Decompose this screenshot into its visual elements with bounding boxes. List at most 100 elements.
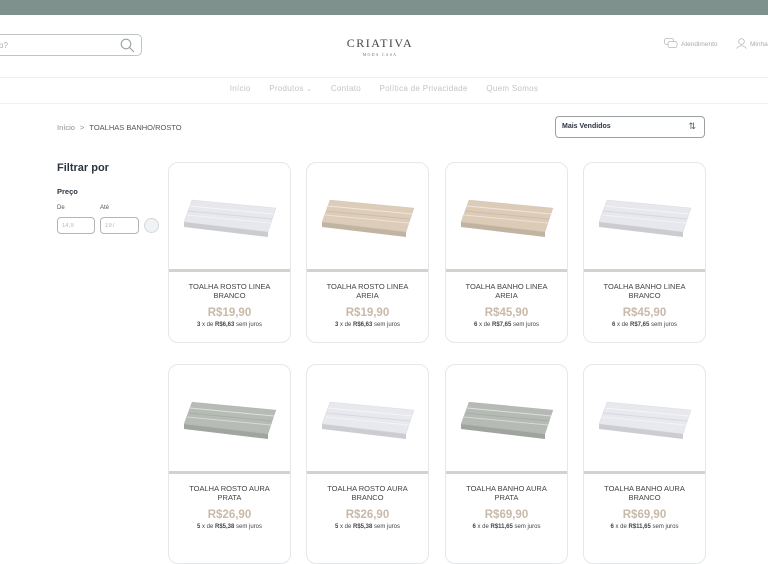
sort-select[interactable]: Mais Vendidos ⇅ <box>555 116 705 138</box>
logo-name: CRIATIVA <box>346 36 414 50</box>
price-from-label: De <box>57 205 65 211</box>
atendimento-label: Atendimento <box>681 41 718 48</box>
chat-icon <box>664 38 678 51</box>
site-logo[interactable]: CRIATIVA MODA CASA <box>300 36 460 57</box>
search-input[interactable] <box>0 37 109 53</box>
installment-value: R$7,65 <box>629 322 650 328</box>
card-divider <box>307 471 428 474</box>
product-name[interactable]: TOALHA ROSTO LINEA AREIA <box>315 282 420 300</box>
breadcrumb: Início > TOALHAS BANHO/ROSTO <box>57 123 182 132</box>
installment-x: x de <box>200 524 215 530</box>
product-image[interactable] <box>584 163 705 269</box>
nav-item-quem-somos[interactable]: Quem Somos <box>486 84 538 93</box>
product-card[interactable]: TOALHA ROSTO AURA PRATA R$26,90 5 x de R$5… <box>168 364 291 564</box>
product-image[interactable] <box>307 163 428 269</box>
installment-suffix: sem juros <box>649 322 678 328</box>
breadcrumb-separator: > <box>80 123 85 132</box>
installment-x: x de <box>338 322 353 328</box>
product-name[interactable]: TOALHA ROSTO AURA BRANCO <box>315 484 420 502</box>
installment-x: x de <box>615 322 630 328</box>
price-min-input[interactable] <box>57 217 95 234</box>
nav-divider <box>0 103 768 104</box>
installment-x: x de <box>338 524 353 530</box>
price-max-input[interactable] <box>100 217 139 234</box>
price-apply-button[interactable] <box>144 218 159 233</box>
search-icon[interactable] <box>120 38 135 58</box>
nav-item-politica[interactable]: Política de Privacidade <box>380 84 468 93</box>
product-card[interactable]: TOALHA BANHO LINEA AREIA R$45,90 6 x de R$… <box>445 162 568 343</box>
product-installments: 3 x de R$6,63 sem juros <box>307 322 428 328</box>
product-price: R$19,90 <box>345 307 390 319</box>
product-image[interactable] <box>446 365 567 471</box>
product-price: R$69,90 <box>622 509 667 521</box>
product-card[interactable]: TOALHA BANHO LINEA BRANCO R$45,90 6 x de R… <box>583 162 706 343</box>
installment-suffix: sem juros <box>372 322 401 328</box>
installment-x: x de <box>477 322 492 328</box>
product-installments: 6 x de R$11,65 sem juros <box>446 524 567 530</box>
logo-tagline: MODA CASA <box>362 52 398 57</box>
card-divider <box>446 269 567 272</box>
installment-value: R$11,65 <box>490 524 513 530</box>
product-name[interactable]: TOALHA BANHO LINEA AREIA <box>454 282 559 300</box>
main-nav: Início Produtos ⌄ Contato Política de Pr… <box>0 84 768 93</box>
breadcrumb-home[interactable]: Início <box>57 123 75 132</box>
product-installments: 5 x de R$5,38 sem juros <box>169 524 290 530</box>
filter-title: Filtrar por <box>57 162 109 174</box>
product-installments: 6 x de R$7,65 sem juros <box>446 322 567 328</box>
product-price: R$19,90 <box>207 307 252 319</box>
product-installments: 6 x de R$11,65 sem juros <box>584 524 705 530</box>
product-name[interactable]: TOALHA BANHO AURA BRANCO <box>592 484 697 502</box>
installment-x: x de <box>613 524 629 530</box>
installment-x: x de <box>475 524 491 530</box>
installment-value: R$11,65 <box>628 524 651 530</box>
installment-suffix: sem juros <box>512 524 541 530</box>
price-filter-title: Preço <box>57 187 78 196</box>
installment-suffix: sem juros <box>511 322 540 328</box>
product-price: R$69,90 <box>484 509 529 521</box>
installment-suffix: sem juros <box>234 524 263 530</box>
nav-item-produtos[interactable]: Produtos ⌄ <box>269 84 312 93</box>
card-divider <box>446 471 567 474</box>
account-link[interactable]: Minha <box>736 38 768 51</box>
product-price: R$45,90 <box>484 307 529 319</box>
installment-value: R$5,38 <box>214 524 235 530</box>
product-card[interactable]: TOALHA BANHO AURA PRATA R$69,90 6 x de R$1… <box>445 364 568 564</box>
search-box[interactable] <box>0 34 142 56</box>
card-divider <box>169 269 290 272</box>
product-card[interactable]: TOALHA ROSTO AURA BRANCO R$26,90 5 x de R$… <box>306 364 429 564</box>
sort-selected-label: Mais Vendidos <box>562 123 611 130</box>
header-divider <box>0 77 768 78</box>
installment-value: R$6,63 <box>214 322 235 328</box>
product-image[interactable] <box>584 365 705 471</box>
product-name[interactable]: TOALHA BANHO LINEA BRANCO <box>592 282 697 300</box>
product-name[interactable]: TOALHA BANHO AURA PRATA <box>454 484 559 502</box>
product-card[interactable]: TOALHA ROSTO LINEA BRANCO R$19,90 3 x de R… <box>168 162 291 343</box>
atendimento-link[interactable]: Atendimento <box>664 38 718 51</box>
installment-x: x de <box>200 322 215 328</box>
installment-suffix: sem juros <box>234 322 263 328</box>
card-divider <box>307 269 428 272</box>
breadcrumb-current: TOALHAS BANHO/ROSTO <box>89 123 182 132</box>
product-image[interactable] <box>169 163 290 269</box>
product-name[interactable]: TOALHA ROSTO AURA PRATA <box>177 484 282 502</box>
product-image[interactable] <box>169 365 290 471</box>
card-divider <box>584 269 705 272</box>
product-image[interactable] <box>307 365 428 471</box>
product-price: R$45,90 <box>622 307 667 319</box>
product-card[interactable]: TOALHA BANHO AURA BRANCO R$69,90 6 x de R$… <box>583 364 706 564</box>
product-card[interactable]: TOALHA ROSTO LINEA AREIA R$19,90 3 x de R$… <box>306 162 429 343</box>
price-to-label: Até <box>100 205 110 211</box>
card-divider <box>169 471 290 474</box>
card-divider <box>584 471 705 474</box>
account-label: Minha <box>750 41 768 48</box>
product-image[interactable] <box>446 163 567 269</box>
chevron-down-icon: ⌄ <box>306 86 313 93</box>
installment-value: R$5,38 <box>352 524 373 530</box>
installment-suffix: sem juros <box>650 524 679 530</box>
nav-item-inicio[interactable]: Início <box>230 84 251 93</box>
product-installments: 6 x de R$7,65 sem juros <box>584 322 705 328</box>
product-name[interactable]: TOALHA ROSTO LINEA BRANCO <box>177 282 282 300</box>
nav-item-contato[interactable]: Contato <box>331 84 361 93</box>
product-price: R$26,90 <box>207 509 252 521</box>
top-bar <box>0 0 768 15</box>
